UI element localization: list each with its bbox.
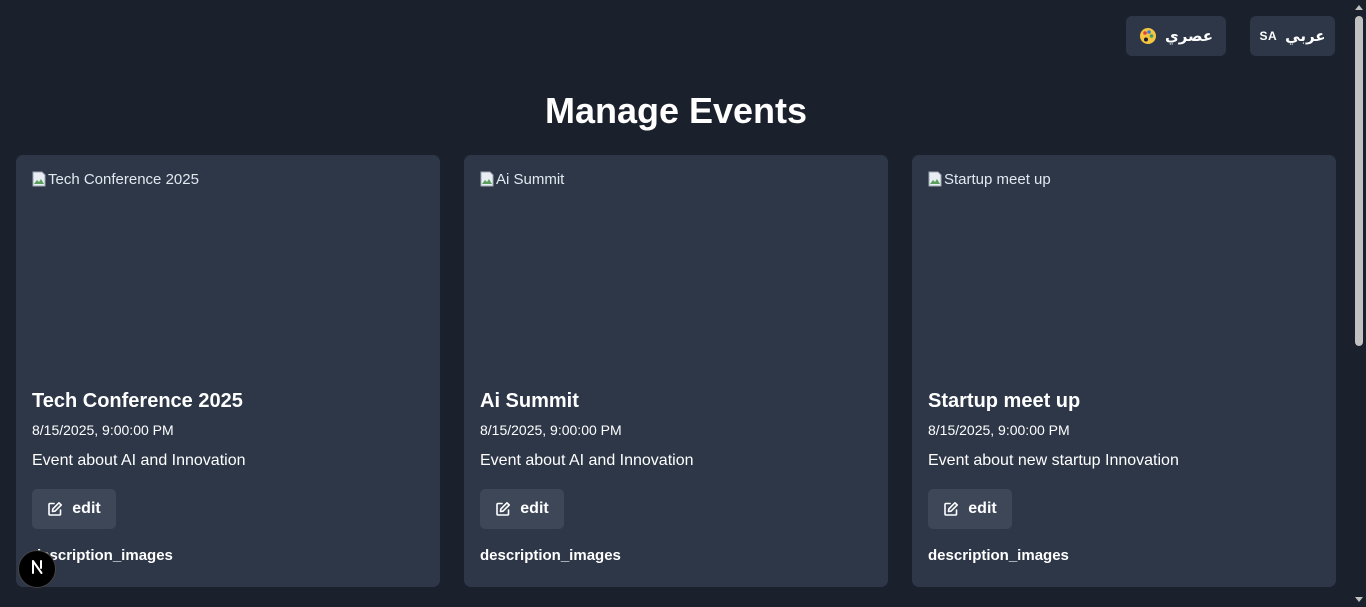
description-images-heading: description_images (928, 547, 1069, 564)
event-date: 8/15/2025, 9:00:00 PM (480, 422, 622, 438)
edit-label: edit (520, 500, 549, 517)
page-title: Manage Events (544, 90, 808, 131)
event-cards: Tech Conference 2025 Tech Conference 202… (16, 155, 1336, 587)
language-code: SA (1259, 29, 1278, 43)
event-image-alt: Tech Conference 2025 (48, 171, 199, 188)
description-images-heading: description_images (480, 547, 621, 564)
event-description: Event about AI and Innovation (480, 452, 694, 469)
edit-label: edit (968, 500, 997, 517)
nextjs-icon (27, 557, 47, 582)
broken-image-icon (480, 171, 494, 187)
vertical-scrollbar[interactable] (1352, 0, 1366, 607)
edit-label: edit (72, 500, 101, 517)
event-card: Startup meet up Startup meet up 8/15/202… (912, 155, 1336, 587)
manage-events-page: عصري SA عربي Manage Events Tech Conferen… (0, 0, 1366, 607)
theme-toggle-button[interactable]: عصري (1126, 16, 1226, 56)
event-title: Ai Summit (480, 390, 579, 412)
description-images-heading: description_images (32, 547, 173, 564)
broken-image-icon (32, 171, 46, 187)
scroll-down-arrow-icon[interactable] (1355, 597, 1363, 602)
event-image: Startup meet up (928, 171, 1320, 371)
scroll-up-arrow-icon[interactable] (1355, 5, 1363, 10)
broken-image-icon (928, 171, 942, 187)
event-image-alt: Ai Summit (496, 171, 565, 188)
edit-icon (943, 501, 959, 517)
language-label: عربي (1285, 28, 1326, 45)
event-card: Ai Summit Ai Summit 8/15/2025, 9:00:00 P… (464, 155, 888, 587)
event-description: Event about AI and Innovation (32, 452, 246, 469)
event-image-alt: Startup meet up (944, 171, 1051, 188)
top-toolbar: عصري SA عربي (1126, 16, 1335, 56)
edit-button[interactable]: edit (928, 489, 1012, 529)
event-description: Event about new startup Innovation (928, 452, 1179, 469)
event-card: Tech Conference 2025 Tech Conference 202… (16, 155, 440, 587)
nextjs-dev-indicator[interactable] (18, 550, 56, 588)
scrollbar-thumb[interactable] (1355, 16, 1363, 346)
language-toggle-button[interactable]: SA عربي (1250, 16, 1335, 56)
edit-button[interactable]: edit (32, 489, 116, 529)
event-title: Tech Conference 2025 (32, 390, 243, 412)
palette-icon (1139, 27, 1157, 45)
edit-button[interactable]: edit (480, 489, 564, 529)
event-date: 8/15/2025, 9:00:00 PM (928, 422, 1070, 438)
event-image: Tech Conference 2025 (32, 171, 424, 371)
event-image: Ai Summit (480, 171, 872, 371)
edit-icon (495, 501, 511, 517)
edit-icon (47, 501, 63, 517)
theme-label: عصري (1164, 28, 1214, 45)
event-date: 8/15/2025, 9:00:00 PM (32, 422, 174, 438)
event-title: Startup meet up (928, 390, 1081, 412)
